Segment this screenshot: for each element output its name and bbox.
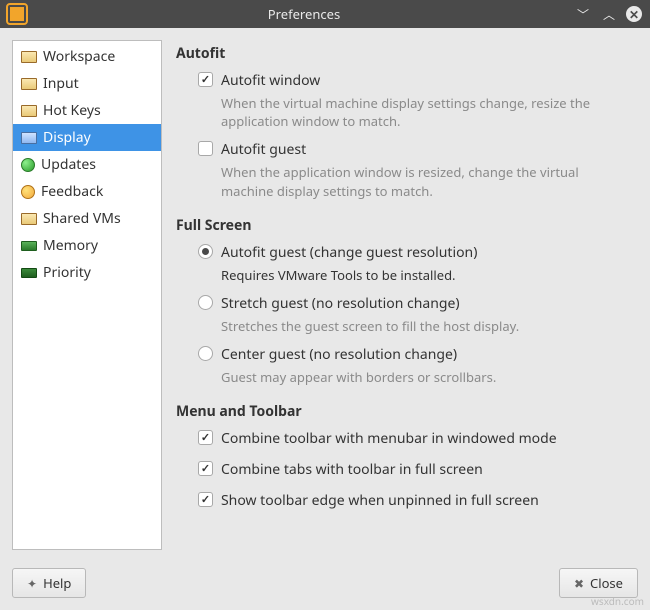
updates-icon xyxy=(21,158,35,172)
fs-autofit-desc: Requires VMware Tools to be installed. xyxy=(221,266,621,284)
priority-icon xyxy=(21,268,37,278)
footer: ✦ Help ✖ Close xyxy=(0,562,650,610)
menutoolbar-heading: Menu and Toolbar xyxy=(176,402,632,421)
fs-stretch-row: Stretch guest (no resolution change) xyxy=(198,294,632,313)
autofit-window-row: Autofit window xyxy=(198,71,632,90)
sidebar-item-label: Workspace xyxy=(43,47,115,66)
minimize-button[interactable]: ﹀ xyxy=(574,5,592,23)
close-window-button[interactable]: ✕ xyxy=(626,6,642,22)
sidebar: Workspace Input Hot Keys Display Updates… xyxy=(12,40,162,550)
fs-stretch-radio[interactable] xyxy=(198,295,213,310)
watermark: wsxdn.com xyxy=(591,594,644,608)
autofit-guest-label: Autofit guest xyxy=(221,140,306,159)
autofit-guest-desc: When the application window is resized, … xyxy=(221,163,621,199)
combine-menubar-checkbox[interactable] xyxy=(198,430,213,445)
menutoolbar-group: Menu and Toolbar Combine toolbar with me… xyxy=(176,402,632,510)
sidebar-item-shared-vms[interactable]: Shared VMs xyxy=(13,205,161,232)
help-button-label: Help xyxy=(43,574,71,592)
autofit-window-label: Autofit window xyxy=(221,71,320,90)
show-edge-checkbox[interactable] xyxy=(198,492,213,507)
close-button-label: Close xyxy=(590,574,623,592)
autofit-window-checkbox[interactable] xyxy=(198,72,213,87)
help-button[interactable]: ✦ Help xyxy=(12,568,86,598)
sidebar-item-label: Input xyxy=(43,74,79,93)
show-edge-row: Show toolbar edge when unpinned in full … xyxy=(198,491,632,510)
autofit-guest-row: Autofit guest xyxy=(198,140,632,159)
sidebar-item-display[interactable]: Display xyxy=(13,124,161,151)
fs-center-radio[interactable] xyxy=(198,346,213,361)
display-icon xyxy=(21,132,37,144)
sidebar-item-priority[interactable]: Priority xyxy=(13,259,161,286)
fs-autofit-label: Autofit guest (change guest resolution) xyxy=(221,243,477,262)
sidebar-item-hotkeys[interactable]: Hot Keys xyxy=(13,97,161,124)
combine-tabs-label: Combine tabs with toolbar in full screen xyxy=(221,460,483,479)
folder-icon xyxy=(21,78,37,90)
maximize-button[interactable]: ︿ xyxy=(600,5,618,23)
fs-stretch-desc: Stretches the guest screen to fill the h… xyxy=(221,317,621,335)
content-area: Workspace Input Hot Keys Display Updates… xyxy=(0,28,650,562)
fs-autofit-row: Autofit guest (change guest resolution) xyxy=(198,243,632,262)
combine-menubar-row: Combine toolbar with menubar in windowed… xyxy=(198,429,632,448)
folder-icon xyxy=(21,105,37,117)
fs-center-label: Center guest (no resolution change) xyxy=(221,345,457,364)
fullscreen-group: Full Screen Autofit guest (change guest … xyxy=(176,216,632,387)
folder-icon xyxy=(21,213,37,225)
sidebar-item-label: Display xyxy=(43,128,91,147)
window-title: Preferences xyxy=(34,5,574,23)
help-icon: ✦ xyxy=(27,575,37,592)
autofit-window-desc: When the virtual machine display setting… xyxy=(221,94,621,130)
autofit-guest-checkbox[interactable] xyxy=(198,141,213,156)
sidebar-item-updates[interactable]: Updates xyxy=(13,151,161,178)
sidebar-item-input[interactable]: Input xyxy=(13,70,161,97)
titlebar: Preferences ﹀ ︿ ✕ xyxy=(0,0,650,28)
sidebar-item-label: Memory xyxy=(43,236,98,255)
sidebar-item-label: Shared VMs xyxy=(43,209,121,228)
app-icon xyxy=(8,5,26,23)
fs-center-desc: Guest may appear with borders or scrollb… xyxy=(221,368,621,386)
settings-panel: Autofit Autofit window When the virtual … xyxy=(176,40,638,550)
feedback-icon xyxy=(21,185,35,199)
combine-tabs-checkbox[interactable] xyxy=(198,461,213,476)
sidebar-item-label: Updates xyxy=(41,155,96,174)
fullscreen-heading: Full Screen xyxy=(176,216,632,235)
fs-autofit-radio[interactable] xyxy=(198,244,213,259)
sidebar-item-workspace[interactable]: Workspace xyxy=(13,43,161,70)
folder-icon xyxy=(21,51,37,63)
window-controls: ﹀ ︿ ✕ xyxy=(574,5,642,23)
combine-menubar-label: Combine toolbar with menubar in windowed… xyxy=(221,429,557,448)
sidebar-item-feedback[interactable]: Feedback xyxy=(13,178,161,205)
sidebar-item-label: Feedback xyxy=(41,182,103,201)
close-icon: ✖ xyxy=(574,575,584,592)
fs-stretch-label: Stretch guest (no resolution change) xyxy=(221,294,460,313)
sidebar-item-label: Priority xyxy=(43,263,91,282)
sidebar-item-memory[interactable]: Memory xyxy=(13,232,161,259)
autofit-heading: Autofit xyxy=(176,44,632,63)
preferences-window: Preferences ﹀ ︿ ✕ Workspace Input Hot Ke… xyxy=(0,0,650,610)
combine-tabs-row: Combine tabs with toolbar in full screen xyxy=(198,460,632,479)
show-edge-label: Show toolbar edge when unpinned in full … xyxy=(221,491,539,510)
sidebar-item-label: Hot Keys xyxy=(43,101,101,120)
autofit-group: Autofit Autofit window When the virtual … xyxy=(176,44,632,200)
fs-center-row: Center guest (no resolution change) xyxy=(198,345,632,364)
memory-icon xyxy=(21,241,37,251)
